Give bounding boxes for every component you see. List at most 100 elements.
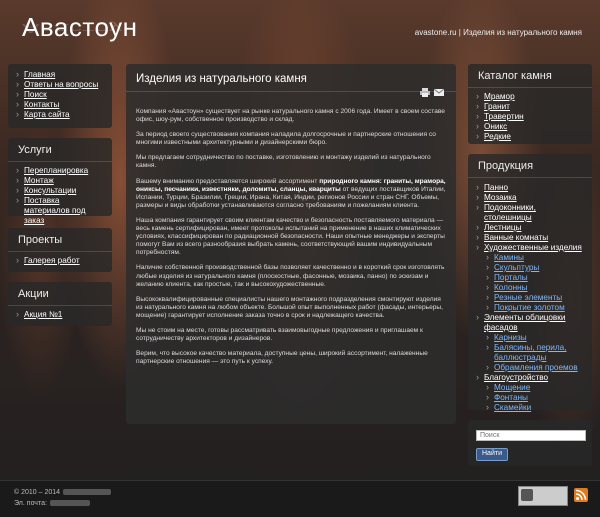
services-panel: Услуги ПерепланировкаМонтажКонсультацииП… [8, 138, 112, 225]
nav-link[interactable]: Главная [24, 70, 55, 79]
article-paragraph: Мы предлагаем сотрудничество по поставке… [136, 154, 431, 170]
products-link[interactable]: Панно [484, 183, 508, 192]
products-item[interactable]: Скамейки [486, 402, 584, 413]
projects-title: Проекты [8, 228, 112, 252]
products-item[interactable]: Благоустройство [476, 372, 584, 383]
assortment-intro: Вашему вниманию предоставляется широкий … [136, 177, 320, 185]
services-item[interactable]: Консультации [16, 185, 104, 196]
services-item[interactable]: Перепланировка [16, 165, 104, 176]
projects-link[interactable]: Галерея работ [24, 256, 80, 265]
catalog-panel: Каталог камня МраморГранитТравертинОникс… [468, 64, 592, 144]
search-panel: Найти [468, 420, 592, 466]
catalog-item[interactable]: Редкие [476, 131, 584, 142]
products-link[interactable]: Резные элементы [494, 293, 562, 302]
products-link[interactable]: Элементы облицовки фасадов [484, 313, 565, 332]
catalog-item[interactable]: Гранит [476, 101, 584, 112]
services-link[interactable]: Монтаж [24, 176, 54, 185]
footer: © 2010 – 2014 Эл. почта: [0, 480, 600, 517]
site-tagline: avastone.ru | Изделия из натурального ка… [414, 28, 582, 37]
products-link[interactable]: Балясины, перила, баллюстрады [494, 343, 566, 362]
services-item[interactable]: Монтаж [16, 175, 104, 186]
products-item[interactable]: Покрытие золотом [486, 302, 584, 313]
products-item[interactable]: Мозаика [476, 192, 584, 203]
actions-item[interactable]: Акция №1 [16, 309, 104, 320]
products-item[interactable]: Мощение [486, 382, 584, 393]
redacted-email[interactable] [49, 500, 90, 507]
products-link[interactable]: Мозаика [484, 193, 517, 202]
article-tools [420, 88, 444, 97]
nav-item[interactable]: Контакты [16, 99, 104, 110]
nav-link[interactable]: Ответы на вопросы [24, 80, 98, 89]
actions-title: Акции [8, 282, 112, 306]
products-link[interactable]: Фонтаны [494, 393, 528, 402]
products-item[interactable]: Скульптуры [486, 262, 584, 273]
products-item[interactable]: Карнизы [486, 332, 584, 343]
products-link[interactable]: Лестницы [484, 223, 521, 232]
nav-link[interactable]: Карта сайта [24, 110, 70, 119]
nav-list: ГлавнаяОтветы на вопросыПоискКонтактыКар… [8, 64, 112, 126]
article-title: Изделия из натурального камня [126, 64, 456, 92]
nav-link[interactable]: Контакты [24, 100, 59, 109]
search-button[interactable]: Найти [476, 448, 508, 461]
article-paragraph: Наша компания гарантирует своим клиентам… [136, 216, 445, 257]
catalog-link[interactable]: Оникс [484, 122, 507, 131]
envelope-icon[interactable] [434, 88, 444, 97]
catalog-link[interactable]: Редкие [484, 132, 511, 141]
products-item[interactable]: Фонтаны [486, 392, 584, 403]
services-link[interactable]: Перепланировка [24, 166, 88, 175]
products-item[interactable]: Обрамления проемов [486, 362, 584, 373]
printer-icon[interactable] [420, 88, 430, 97]
products-list: ПанноМозаикаПодоконники, столешницыЛестн… [468, 178, 592, 419]
nav-item[interactable]: Ответы на вопросы [16, 79, 104, 90]
catalog-item[interactable]: Мрамор [476, 91, 584, 102]
products-item[interactable]: Колонны [486, 282, 584, 293]
products-item[interactable]: Порталы [486, 272, 584, 283]
actions-list: Акция №1 [8, 306, 112, 326]
services-link[interactable]: Поставка материалов под заказ [24, 196, 86, 225]
nav-link[interactable]: Поиск [24, 90, 47, 99]
products-link[interactable]: Скульптуры [494, 263, 539, 272]
nav-item[interactable]: Карта сайта [16, 109, 104, 120]
catalog-item[interactable]: Оникс [476, 121, 584, 132]
products-link[interactable]: Ванные комнаты [484, 233, 548, 242]
services-title: Услуги [8, 138, 112, 162]
nav-item[interactable]: Главная [16, 69, 104, 80]
nav-item[interactable]: Поиск [16, 89, 104, 100]
search-input[interactable] [476, 430, 586, 441]
products-item[interactable]: Элементы облицовки фасадов [476, 312, 584, 333]
products-link[interactable]: Колонны [494, 283, 528, 292]
products-item[interactable]: Балясины, перила, баллюстрады [486, 342, 584, 363]
catalog-link[interactable]: Мрамор [484, 92, 515, 101]
catalog-link[interactable]: Травертин [484, 112, 524, 121]
projects-item[interactable]: Галерея работ [16, 255, 104, 266]
services-item[interactable]: Поставка материалов под заказ [16, 195, 104, 226]
products-link[interactable]: Мощение [494, 383, 530, 392]
products-link[interactable]: Художественные изделия [484, 243, 582, 252]
products-link[interactable]: Порталы [494, 273, 528, 282]
catalog-link[interactable]: Гранит [484, 102, 510, 111]
actions-panel: Акции Акция №1 [8, 282, 112, 326]
products-item[interactable]: Подоконники, столешницы [476, 202, 584, 223]
products-link[interactable]: Скамейки [494, 403, 531, 412]
products-link[interactable]: Камины [494, 253, 524, 262]
rss-icon[interactable] [574, 488, 588, 502]
products-item[interactable]: Ванные комнаты [476, 232, 584, 243]
catalog-item[interactable]: Травертин [476, 111, 584, 122]
products-item[interactable]: Художественные изделия [476, 242, 584, 253]
visit-counter-widget[interactable] [518, 486, 568, 506]
actions-link[interactable]: Акция №1 [24, 310, 62, 319]
products-link[interactable]: Карнизы [494, 333, 527, 342]
catalog-list: МраморГранитТравертинОниксРедкие [468, 88, 592, 148]
article-body: Компания «Авастоун» существует на рынке … [136, 108, 446, 373]
products-link[interactable]: Подоконники, столешницы [484, 203, 536, 222]
services-list: ПерепланировкаМонтажКонсультацииПоставка… [8, 162, 112, 232]
products-item[interactable]: Лестницы [476, 222, 584, 233]
services-link[interactable]: Консультации [24, 186, 76, 195]
products-link[interactable]: Благоустройство [484, 373, 548, 382]
copyright-text: © 2010 – 2014 [14, 489, 61, 496]
products-item[interactable]: Камины [486, 252, 584, 263]
products-link[interactable]: Покрытие золотом [494, 303, 565, 312]
products-item[interactable]: Панно [476, 182, 584, 193]
products-item[interactable]: Резные элементы [486, 292, 584, 303]
products-link[interactable]: Обрамления проемов [494, 363, 578, 372]
